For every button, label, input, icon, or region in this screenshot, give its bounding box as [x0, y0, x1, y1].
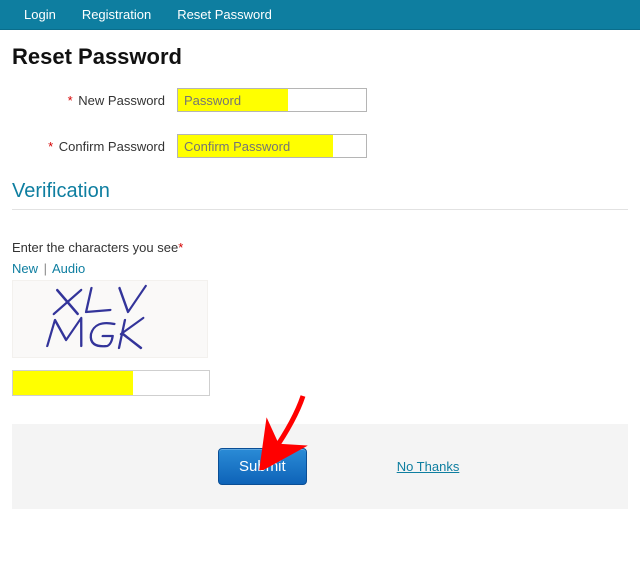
page-title: Reset Password: [12, 44, 628, 70]
page-body: Reset Password * New Password * Confirm …: [0, 30, 640, 509]
captcha-prompt: Enter the characters you see*: [12, 240, 628, 255]
row-confirm-password: * Confirm Password: [12, 134, 628, 158]
top-navbar: Login Registration Reset Password: [0, 0, 640, 30]
captcha-svg: [20, 284, 200, 354]
label-text-new-password: New Password: [78, 93, 165, 108]
nav-reset-password[interactable]: Reset Password: [177, 7, 272, 22]
captcha-image: [12, 280, 208, 358]
label-confirm-password: * Confirm Password: [12, 139, 177, 154]
captcha-link-divider: |: [44, 261, 47, 276]
row-new-password: * New Password: [12, 88, 628, 112]
nav-login[interactable]: Login: [24, 7, 56, 22]
captcha-new-link[interactable]: New: [12, 261, 38, 276]
captcha-input[interactable]: [12, 370, 210, 396]
required-marker: *: [68, 93, 73, 108]
captcha-prompt-text: Enter the characters you see: [12, 240, 178, 255]
section-divider: [12, 209, 628, 210]
captcha-links: New | Audio: [12, 261, 628, 276]
captcha-block: Enter the characters you see* New | Audi…: [12, 240, 628, 396]
action-bar: Submit No Thanks: [12, 424, 628, 509]
required-marker: *: [178, 240, 183, 255]
new-password-input[interactable]: [177, 88, 367, 112]
label-text-confirm-password: Confirm Password: [59, 139, 165, 154]
verification-heading: Verification: [12, 180, 628, 203]
submit-button[interactable]: Submit: [218, 448, 307, 485]
no-thanks-link[interactable]: No Thanks: [397, 459, 460, 474]
label-new-password: * New Password: [12, 93, 177, 108]
nav-registration[interactable]: Registration: [82, 7, 151, 22]
confirm-password-input[interactable]: [177, 134, 367, 158]
captcha-audio-link[interactable]: Audio: [52, 261, 85, 276]
required-marker: *: [48, 139, 53, 154]
